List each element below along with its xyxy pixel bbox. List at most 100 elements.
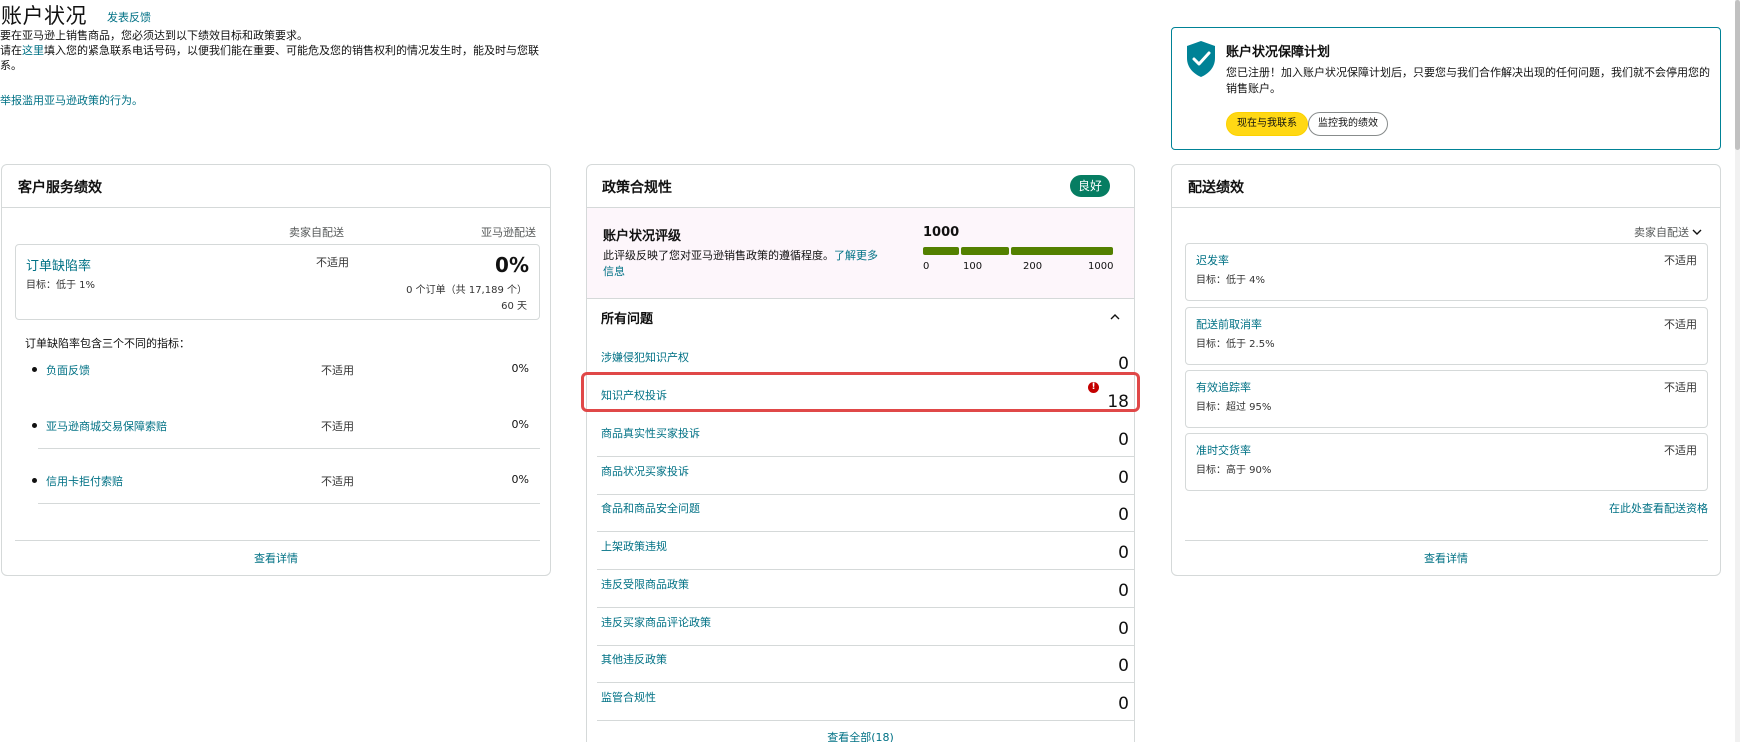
metric-seller-value: 不适用	[321, 475, 354, 488]
emergency-contact-link[interactable]: 这里	[22, 44, 44, 57]
shield-check-icon	[1187, 41, 1215, 77]
ahr-bar-segment	[923, 247, 959, 255]
issue-link[interactable]: 商品真实性买家投诉	[601, 425, 700, 441]
protection-plan-box: 账户状况保障计划 您已注册！加入账户状况保障计划后，只要您与我们合作解决出现的任…	[1171, 27, 1721, 150]
shipping-metric-box[interactable]: 准时交货率 目标：高于 90% 不适用	[1185, 433, 1708, 491]
page-title: 账户状况	[1, 4, 87, 28]
ahr-score: 1000	[923, 225, 960, 240]
issue-row[interactable]: 违反受限商品政策 0	[587, 570, 1134, 608]
cancel-rate-link[interactable]: 配送前取消率	[1196, 316, 1262, 332]
metric-goal: 目标：低于 2.5%	[1196, 339, 1275, 350]
report-abuse-link[interactable]: 举报滥用亚马逊政策的行为。	[0, 92, 143, 108]
odr-goal: 目标：低于 1%	[26, 280, 96, 291]
divider	[15, 540, 540, 541]
shipping-metric-box[interactable]: 迟发率 目标：低于 4% 不适用	[1185, 243, 1708, 301]
metric-value: 不适用	[1664, 444, 1697, 457]
divider	[597, 720, 1134, 721]
feedback-link[interactable]: 发表反馈	[107, 9, 151, 25]
shipping-details-link[interactable]: 查看详情	[1172, 550, 1720, 566]
issue-link[interactable]: 涉嫌侵犯知识产权	[601, 349, 689, 365]
issue-link[interactable]: 监管合规性	[601, 689, 656, 705]
metric-amazon-value: 0%	[511, 418, 529, 431]
issue-link[interactable]: 其他违反政策	[601, 651, 667, 667]
policy-compliance-card: 政策合规性 良好 账户状况评级 此评级反映了您对亚马逊销售政策的遵循程度。了解更…	[586, 164, 1135, 742]
issue-count: 0	[1118, 656, 1129, 676]
col-header-seller: 卖家自配送	[289, 226, 344, 239]
highlight-box	[581, 372, 1140, 412]
shipping-metric-box[interactable]: 配送前取消率 目标：低于 2.5% 不适用	[1185, 307, 1708, 365]
metric-row: 信用卡拒付索赔 不适用 0%	[29, 472, 529, 490]
policy-title: 政策合规性	[602, 180, 672, 196]
contact-me-button[interactable]: 现在与我联系	[1226, 112, 1308, 136]
issue-link[interactable]: 违反买家商品评论政策	[601, 614, 711, 630]
metric-amazon-value: 0%	[511, 362, 529, 375]
issue-link[interactable]: 食品和商品安全问题	[601, 500, 700, 516]
ahr-tick: 0	[923, 261, 930, 272]
all-issues-title: 所有问题	[601, 312, 654, 327]
intro-prefix: 请在	[0, 44, 22, 57]
alert-icon: !	[1088, 382, 1099, 393]
issue-link[interactable]: 违反受限商品政策	[601, 576, 689, 592]
az-claims-link[interactable]: 亚马逊商城交易保障索赔	[46, 418, 167, 434]
shipping-performance-card: 配送绩效 卖家自配送 迟发率 目标：低于 4% 不适用 配送前取消率 目标：低于…	[1171, 164, 1721, 576]
ahr-title: 账户状况评级	[603, 229, 682, 244]
ahr-bar-segment	[1011, 247, 1113, 255]
issue-count: 0	[1118, 581, 1129, 601]
issue-count: 0	[1118, 468, 1129, 488]
protection-text: 您已注册！加入账户状况保障计划后，只要您与我们合作解决出现的任何问题，我们就不会…	[1226, 66, 1710, 95]
odr-box[interactable]: 订单缺陷率 目标：低于 1% 不适用 0% 0 个订单（共 17,189 个） …	[15, 244, 540, 320]
fulfillment-filter[interactable]: 卖家自配送	[1634, 224, 1702, 240]
ahr-tick: 1000	[1088, 261, 1114, 272]
ahr-bar	[923, 247, 1113, 255]
issue-count: 0	[1118, 619, 1129, 639]
col-header-amazon: 亚马逊配送	[481, 226, 536, 239]
monitor-performance-button[interactable]: 监控我的绩效	[1308, 112, 1388, 136]
divider	[587, 298, 1134, 299]
status-badge: 良好	[1069, 175, 1110, 197]
account-health-rating: 账户状况评级 此评级反映了您对亚马逊销售政策的遵循程度。了解更多信息 1000 …	[587, 208, 1134, 298]
valid-tracking-link[interactable]: 有效追踪率	[1196, 379, 1251, 395]
customer-service-title: 客户服务绩效	[18, 180, 102, 196]
issue-link[interactable]: 商品状况买家投诉	[601, 463, 689, 479]
issue-row[interactable]: 违反买家商品评论政策 0	[587, 608, 1134, 646]
odr-days: 60 天	[501, 301, 527, 312]
issue-count: 0	[1118, 694, 1129, 714]
on-time-delivery-link[interactable]: 准时交货率	[1196, 442, 1251, 458]
cs-details-link[interactable]: 查看详情	[2, 550, 550, 566]
issue-link[interactable]: 上架政策违规	[601, 538, 667, 554]
ahr-bar-segment	[961, 247, 1009, 255]
protection-title: 账户状况保障计划	[1226, 45, 1331, 60]
issue-row[interactable]: 食品和商品安全问题 0	[587, 494, 1134, 532]
issue-row[interactable]: 商品真实性买家投诉 0	[587, 419, 1134, 457]
negative-feedback-link[interactable]: 负面反馈	[46, 362, 90, 378]
odr-orders: 0 个订单（共 17,189 个）	[406, 285, 527, 296]
intro-line-1: 要在亚马逊上销售商品，您必须达到以下绩效目标和政策要求。	[0, 29, 308, 42]
scrollbar-thumb[interactable]	[1735, 0, 1740, 150]
chevron-up-icon[interactable]	[1110, 312, 1120, 322]
shipping-eligibility-link[interactable]: 在此处查看配送资格	[1609, 500, 1708, 516]
view-all-link[interactable]: 查看全部(18)	[587, 729, 1134, 742]
metric-value: 不适用	[1664, 254, 1697, 267]
issue-row[interactable]: 监管合规性 0	[587, 683, 1134, 721]
chargeback-link[interactable]: 信用卡拒付索赔	[46, 473, 123, 489]
issue-row[interactable]: 商品状况买家投诉 0	[587, 457, 1134, 495]
divider	[2, 207, 550, 208]
metric-goal: 目标：高于 90%	[1196, 465, 1272, 476]
metric-seller-value: 不适用	[321, 420, 354, 433]
issue-row[interactable]: 其他违反政策 0	[587, 645, 1134, 683]
odr-link[interactable]: 订单缺陷率	[26, 255, 91, 274]
metric-value: 不适用	[1664, 381, 1697, 394]
issue-count: 0	[1118, 430, 1129, 450]
issue-count: 0	[1118, 505, 1129, 525]
issue-row[interactable]: 上架政策违规 0	[587, 532, 1134, 570]
late-shipment-link[interactable]: 迟发率	[1196, 252, 1229, 268]
divider	[38, 448, 540, 449]
shipping-title: 配送绩效	[1188, 180, 1244, 196]
metric-goal: 目标：超过 95%	[1196, 402, 1272, 413]
intro-text: 要在亚马逊上销售商品，您必须达到以下绩效目标和政策要求。 请在这里填入您的紧急联…	[0, 28, 545, 73]
intro-suffix: 填入您的紧急联系电话号码，以便我们能在重要、可能危及您的销售权利的情况发生时，能…	[0, 44, 539, 72]
bullet	[32, 423, 37, 428]
shipping-metric-box[interactable]: 有效追踪率 目标：超过 95% 不适用	[1185, 370, 1708, 428]
chevron-down-icon	[1692, 229, 1702, 235]
divider	[1185, 540, 1708, 541]
